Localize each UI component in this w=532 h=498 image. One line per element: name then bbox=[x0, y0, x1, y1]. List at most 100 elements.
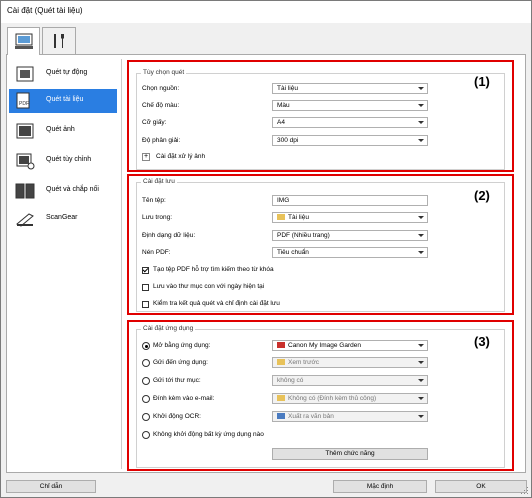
attach-email-value: Không có (Đính kèm thủ công) bbox=[288, 395, 377, 402]
send-to-app-radio[interactable] bbox=[142, 359, 150, 367]
date-subfolder-checkbox[interactable] bbox=[142, 284, 149, 291]
pdf-compression-dropdown[interactable]: Tiêu chuẩn bbox=[272, 247, 428, 258]
save-in-label: Lưu trong: bbox=[142, 214, 173, 221]
save-in-dropdown[interactable]: Tài liệu bbox=[272, 212, 428, 223]
chevron-down-icon bbox=[418, 344, 424, 347]
sidebar-item-label: Quét ảnh bbox=[46, 126, 75, 133]
folder-icon bbox=[277, 359, 285, 365]
sidebar-item-auto-scan[interactable]: Quét tự động bbox=[9, 62, 117, 86]
chevron-down-icon bbox=[418, 87, 424, 90]
no-app-radio[interactable] bbox=[142, 431, 150, 439]
data-format-dropdown[interactable]: PDF (Nhiều trang) bbox=[272, 230, 428, 241]
computer-icon bbox=[14, 33, 33, 49]
chevron-down-icon bbox=[418, 234, 424, 237]
sidebar-item-photo-scan[interactable]: Quét ảnh bbox=[9, 119, 117, 143]
start-ocr-radio[interactable] bbox=[142, 413, 150, 421]
start-ocr-label: Khởi động OCR: bbox=[153, 413, 201, 420]
photo-scan-icon bbox=[16, 123, 34, 139]
chevron-down-icon bbox=[418, 251, 424, 254]
attach-email-dropdown[interactable]: Không có (Đính kèm thủ công) bbox=[272, 393, 428, 404]
open-with-label: Mở bằng ứng dụng: bbox=[153, 342, 211, 349]
check-results-checkbox[interactable] bbox=[142, 301, 149, 308]
save-settings-section: Cài đặt lưu (2) Tên tệp: IMG Lưu trong: … bbox=[127, 174, 514, 315]
send-to-app-label: Gửi đến ứng dụng: bbox=[153, 359, 208, 366]
resolution-dropdown[interactable]: 300 dpi bbox=[272, 135, 428, 146]
date-subfolder-label: Lưu vào thư mục con với ngày hiện tại bbox=[153, 283, 265, 290]
resize-grip-icon[interactable] bbox=[521, 487, 529, 495]
chevron-down-icon bbox=[418, 104, 424, 107]
color-mode-value: Màu bbox=[277, 102, 290, 109]
sidebar-item-label: Quét và chắp nối bbox=[46, 186, 99, 193]
more-functions-button[interactable]: Thêm chức năng bbox=[272, 448, 428, 460]
file-name-label: Tên tệp: bbox=[142, 197, 166, 204]
keyword-pdf-checkbox[interactable] bbox=[142, 267, 149, 274]
sidebar-item-stitch-scan[interactable]: Quét và chắp nối bbox=[9, 179, 117, 203]
paper-size-label: Cỡ giấy: bbox=[142, 119, 167, 126]
resolution-label: Độ phân giải: bbox=[142, 137, 181, 144]
no-app-label: Không khởi động bất kỳ ứng dụng nào bbox=[153, 431, 264, 438]
chevron-down-icon bbox=[418, 397, 424, 400]
attach-email-radio[interactable] bbox=[142, 395, 150, 403]
section-number-3: (3) bbox=[474, 334, 490, 349]
send-to-folder-radio[interactable] bbox=[142, 377, 150, 385]
chevron-down-icon bbox=[418, 121, 424, 124]
folder-icon bbox=[277, 214, 285, 220]
sidebar-item-label: ScanGear bbox=[46, 214, 78, 221]
defaults-button[interactable]: Mặc định bbox=[333, 480, 427, 493]
app-settings-section: Cài đặt ứng dụng (3) Mở bằng ứng dụng: C… bbox=[127, 320, 514, 471]
ocr-icon bbox=[277, 413, 285, 419]
chevron-down-icon bbox=[418, 379, 424, 382]
chevron-down-icon bbox=[418, 216, 424, 219]
check-results-label: Kiểm tra kết quả quét và chỉ định cài đặ… bbox=[153, 300, 280, 307]
send-to-app-value: Xem trước bbox=[288, 359, 320, 366]
settings-window: Cài đặt (Quét tài liệu) Quét tự động PDF… bbox=[0, 0, 532, 498]
data-format-label: Định dạng dữ liệu: bbox=[142, 232, 196, 239]
paper-size-dropdown[interactable]: A4 bbox=[272, 117, 428, 128]
select-source-dropdown[interactable]: Tài liệu bbox=[272, 83, 428, 94]
select-source-value: Tài liệu bbox=[277, 85, 298, 92]
open-with-value: Canon My Image Garden bbox=[288, 342, 361, 349]
file-name-input[interactable]: IMG bbox=[272, 195, 428, 206]
open-with-radio[interactable] bbox=[142, 342, 150, 350]
sidebar-item-document-scan[interactable]: PDF Quét tài liệu bbox=[9, 89, 117, 113]
svg-text:PDF: PDF bbox=[19, 101, 29, 107]
send-to-folder-dropdown[interactable]: không có bbox=[272, 375, 428, 386]
attach-email-label: Đính kèm vào e-mail: bbox=[153, 395, 215, 402]
color-mode-dropdown[interactable]: Màu bbox=[272, 100, 428, 111]
pdf-compression-value: Tiêu chuẩn bbox=[277, 249, 309, 256]
start-ocr-dropdown[interactable]: Xuất ra văn bản bbox=[272, 411, 428, 422]
sidebar-item-custom-scan[interactable]: Quét tùy chỉnh bbox=[9, 149, 117, 173]
tab-scan-from-computer[interactable] bbox=[7, 27, 40, 55]
start-ocr-value: Xuất ra văn bản bbox=[288, 413, 334, 420]
tools-icon bbox=[54, 34, 64, 48]
expand-image-processing-button[interactable]: + bbox=[142, 153, 150, 161]
open-with-dropdown[interactable]: Canon My Image Garden bbox=[272, 340, 428, 351]
sidebar-divider bbox=[121, 59, 122, 469]
paper-size-value: A4 bbox=[277, 119, 285, 126]
chevron-down-icon bbox=[418, 139, 424, 142]
section-number-2: (2) bbox=[474, 188, 490, 203]
file-name-value: IMG bbox=[277, 197, 290, 204]
tab-general-settings[interactable] bbox=[42, 27, 76, 54]
save-settings-title: Cài đặt lưu bbox=[141, 178, 177, 185]
sidebar-item-scangear[interactable]: ScanGear bbox=[9, 207, 117, 231]
ok-button[interactable]: OK bbox=[435, 480, 527, 493]
custom-scan-icon bbox=[16, 153, 35, 170]
chevron-down-icon bbox=[418, 361, 424, 364]
scan-options-title: Tùy chọn quét bbox=[141, 69, 187, 76]
sidebar-item-label: Quét tùy chỉnh bbox=[46, 156, 92, 163]
stitch-scan-icon bbox=[15, 183, 35, 199]
scan-options-section: Tùy chọn quét (1) Chọn nguồn: Tài liệu C… bbox=[127, 60, 514, 172]
instructions-button[interactable]: Chỉ dẫn bbox=[6, 480, 96, 493]
sidebar-item-label: Quét tự động bbox=[46, 69, 88, 76]
window-title: Cài đặt (Quét tài liệu) bbox=[7, 6, 83, 15]
send-to-folder-label: Gửi tới thư mục: bbox=[153, 377, 201, 384]
sidebar-item-label: Quét tài liệu bbox=[46, 96, 84, 103]
send-to-folder-value: không có bbox=[277, 377, 304, 384]
resolution-value: 300 dpi bbox=[277, 137, 299, 144]
data-format-value: PDF (Nhiều trang) bbox=[277, 232, 330, 239]
title-bar: Cài đặt (Quét tài liệu) bbox=[1, 1, 531, 23]
send-to-app-dropdown[interactable]: Xem trước bbox=[272, 357, 428, 368]
document-scan-icon: PDF bbox=[16, 92, 30, 109]
chevron-down-icon bbox=[418, 415, 424, 418]
